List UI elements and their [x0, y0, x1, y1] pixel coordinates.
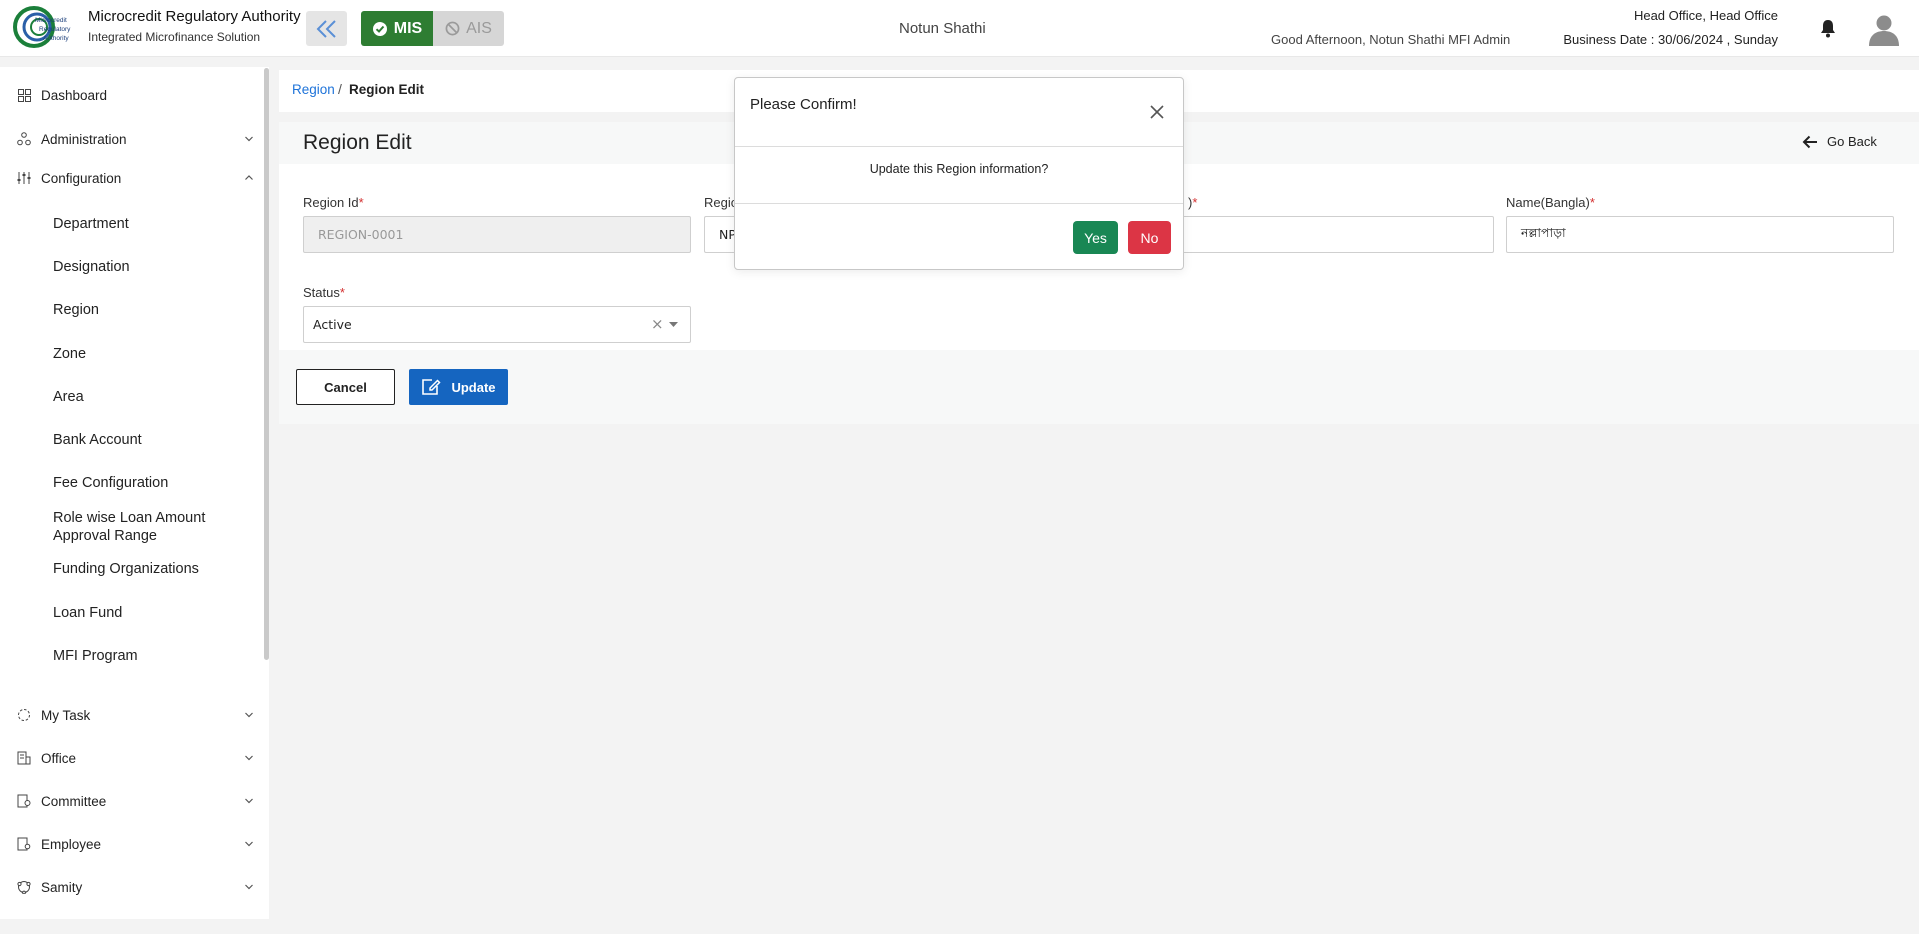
update-label: Update	[451, 379, 496, 395]
chevron-down-icon	[245, 798, 253, 804]
cancel-button[interactable]: Cancel	[296, 369, 395, 405]
ais-label: AIS	[466, 19, 492, 37]
breadcrumb-separator: /	[338, 81, 342, 97]
greeting-text: Good Afternoon, Notun Shathi MFI Admin	[1271, 32, 1511, 47]
sidebar-item-my-task[interactable]: My Task	[0, 700, 260, 730]
chevron-down-icon	[245, 712, 253, 718]
sidebar-item-label: Committee	[41, 793, 107, 809]
form-actions	[279, 350, 1919, 424]
sidebar-subitem-fee-configuration[interactable]: Fee Configuration	[53, 474, 253, 492]
name-bangla-field[interactable]: নল্লাপাড়া	[1506, 216, 1894, 253]
go-back-button[interactable]: Go Back	[1802, 134, 1877, 149]
sidebar-item-office[interactable]: Office	[0, 743, 260, 773]
sidebar-item-label: Employee	[41, 836, 102, 852]
employee-icon	[16, 836, 32, 852]
svg-text:Authority: Authority	[43, 35, 69, 42]
clear-icon[interactable]: ×	[651, 315, 664, 333]
sidebar-subitem-region[interactable]: Region	[53, 301, 253, 319]
dialog-message: Update this Region information?	[869, 162, 1049, 176]
sidebar-subitem-designation[interactable]: Designation	[53, 258, 253, 276]
svg-text:Regulatory: Regulatory	[39, 26, 71, 33]
brand-subtitle: Integrated Microfinance Solution	[88, 30, 261, 44]
double-chevron-left-icon	[316, 19, 336, 38]
status-label: Status*	[303, 285, 345, 300]
chevron-up-icon	[245, 175, 253, 180]
office-icon	[16, 750, 32, 766]
name-english-field[interactable]	[1150, 216, 1494, 253]
sidebar-subitem-department[interactable]: Department	[53, 215, 253, 233]
sidebar-item-configuration[interactable]: Configuration	[0, 163, 260, 193]
sidebar-item-administration[interactable]: Administration	[0, 124, 260, 154]
sidebar-subitem-bank-account[interactable]: Bank Account	[53, 431, 253, 449]
mis-mode-button[interactable]: MIS	[361, 11, 433, 46]
page-title: Region Edit	[303, 131, 412, 154]
close-icon[interactable]	[1149, 104, 1165, 120]
sidebar-item-label: Configuration	[41, 170, 122, 186]
sidebar-item-label: Dashboard	[41, 87, 108, 103]
samity-icon	[16, 879, 32, 895]
svg-text:Microcredit: Microcredit	[35, 17, 67, 24]
name-english-label: )*	[1188, 195, 1198, 210]
sidebar-subitem-loan-fund[interactable]: Loan Fund	[53, 604, 253, 622]
region-id-label: Region Id*	[303, 195, 364, 210]
region-id-field: REGION-0001	[303, 216, 691, 253]
status-value: Active	[313, 317, 352, 332]
top-header: Microcredit Regulatory Authority Microcr…	[0, 0, 1919, 57]
dialog-divider	[735, 146, 1183, 147]
sidebar-subitem-role-loan-approval[interactable]: Role wise Loan Amount Approval Range	[53, 509, 253, 545]
sidebar-item-employee[interactable]: Employee	[0, 829, 260, 859]
ais-mode-button[interactable]: AIS	[433, 11, 504, 46]
caret-down-icon[interactable]	[669, 322, 678, 328]
breadcrumb-region-link[interactable]: Region	[292, 82, 335, 97]
sidebar-scrollbar[interactable]	[264, 68, 269, 660]
check-circle-icon	[372, 21, 387, 36]
arrow-left-icon	[1802, 135, 1817, 148]
chevron-down-icon	[245, 136, 253, 142]
chevron-down-icon	[245, 841, 253, 847]
region-code-label: Regio	[704, 195, 738, 210]
sidebar-item-samity[interactable]: Samity	[0, 872, 260, 902]
status-select[interactable]: Active ×	[303, 306, 691, 343]
bell-icon[interactable]	[1819, 18, 1837, 38]
configuration-icon	[16, 170, 32, 186]
no-button[interactable]: No	[1128, 221, 1171, 254]
business-date: Business Date : 30/06/2024 , Sunday	[1563, 32, 1778, 47]
edit-icon	[422, 379, 442, 395]
sidebar-subitem-area[interactable]: Area	[53, 388, 253, 406]
name-bangla-label: Name(Bangla)*	[1506, 195, 1595, 210]
sidebar-item-dashboard[interactable]: Dashboard	[0, 80, 260, 110]
sidebar-item-label: Samity	[41, 879, 83, 895]
mra-logo: Microcredit Regulatory Authority	[13, 6, 71, 48]
task-icon	[16, 707, 32, 723]
module-switch: MIS AIS	[361, 11, 504, 46]
office-name: Head Office, Head Office	[1633, 8, 1778, 23]
update-button[interactable]: Update	[409, 369, 508, 405]
sidebar-subitem-funding-organizations[interactable]: Funding Organizations	[53, 560, 253, 578]
collapse-sidebar-button[interactable]	[306, 11, 347, 46]
dialog-title: Please Confirm!	[750, 96, 857, 113]
go-back-label: Go Back	[1827, 134, 1877, 149]
administration-icon	[16, 131, 32, 147]
sidebar-item-committee[interactable]: Committee	[0, 786, 260, 816]
brand-title: Microcredit Regulatory Authority	[88, 8, 301, 25]
sidebar-item-label: Administration	[41, 131, 127, 147]
chevron-down-icon	[245, 884, 253, 890]
mis-label: MIS	[393, 19, 423, 37]
sidebar-subitem-mfi-program[interactable]: MFI Program	[53, 647, 253, 665]
confirm-dialog: Please Confirm! Update this Region infor…	[734, 77, 1184, 270]
yes-button[interactable]: Yes	[1073, 221, 1118, 254]
dialog-divider	[735, 203, 1183, 204]
organization-name: Notun Shathi	[899, 20, 986, 37]
sidebar-item-label: Office	[41, 750, 77, 766]
dashboard-icon	[16, 87, 32, 103]
ban-icon	[445, 21, 460, 36]
sidebar-item-label: My Task	[41, 707, 91, 723]
chevron-down-icon	[245, 755, 253, 761]
breadcrumb-current: Region Edit	[349, 82, 424, 97]
sidebar-subitem-zone[interactable]: Zone	[53, 345, 253, 363]
committee-icon	[16, 793, 32, 809]
user-avatar[interactable]	[1867, 12, 1901, 46]
